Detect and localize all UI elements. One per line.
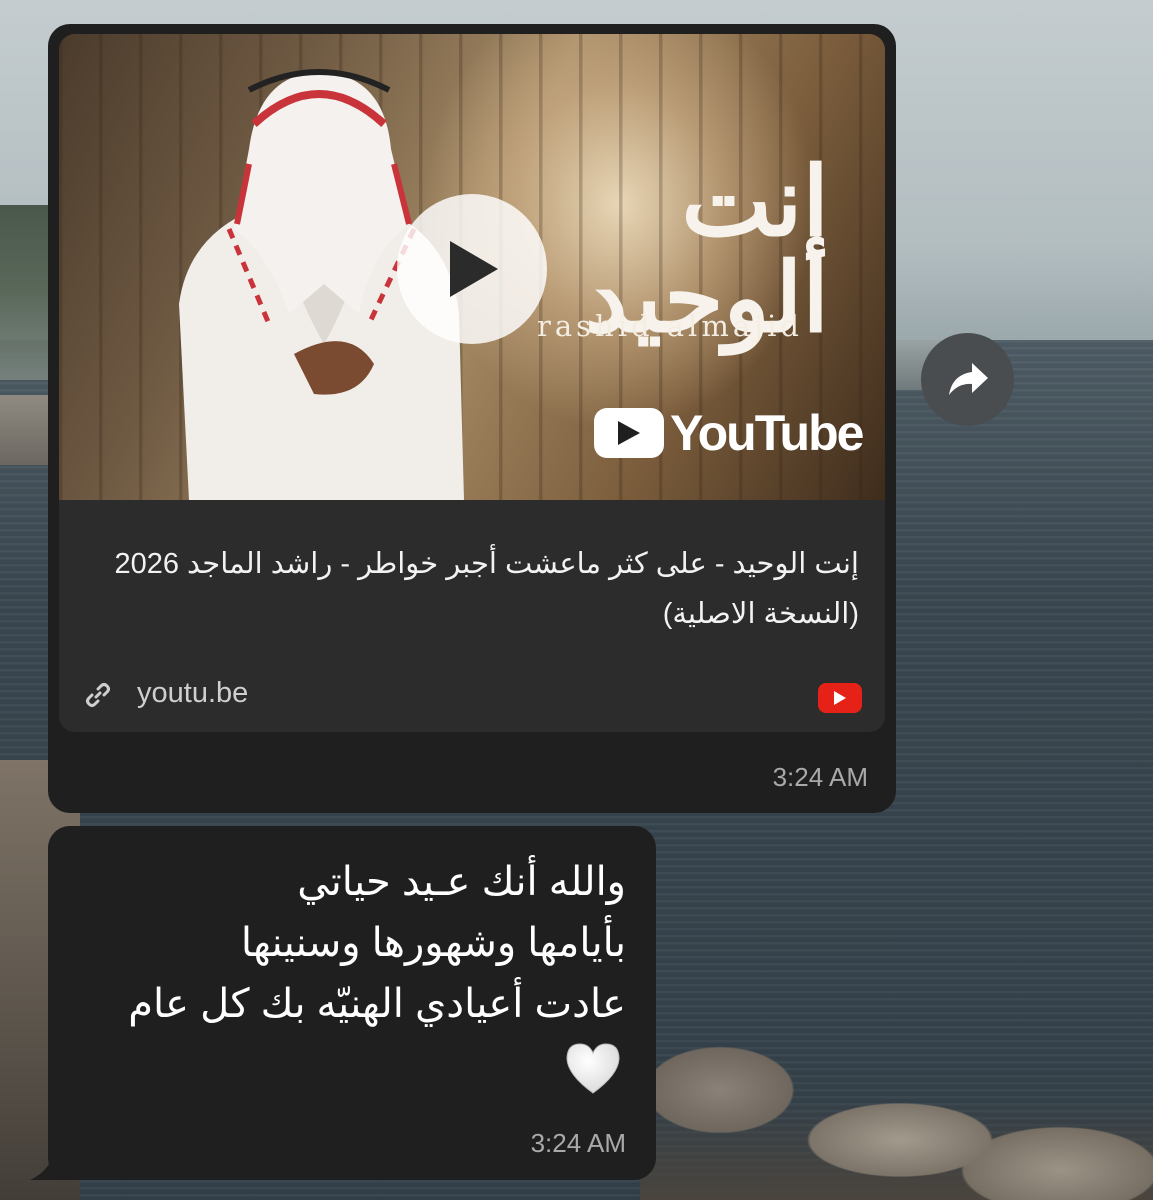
- message-line: عادت أعيادي الهنيّه بك كل عام: [128, 982, 626, 1026]
- message-timestamp: 3:24 AM: [772, 762, 868, 792]
- link-domain-row[interactable]: youtu.be: [59, 669, 885, 719]
- link-message-bubble[interactable]: إنت الوحيد rashid almajid YouTube إنت ال…: [48, 24, 896, 813]
- share-arrow-icon: [948, 362, 988, 395]
- youtube-logo: YouTube: [594, 404, 864, 462]
- video-thumbnail[interactable]: إنت الوحيد rashid almajid YouTube: [59, 34, 885, 500]
- background-jetty: [0, 395, 48, 465]
- play-button[interactable]: [397, 194, 547, 344]
- youtube-wordmark: YouTube: [670, 405, 864, 461]
- youtube-logo-icon: [594, 408, 664, 458]
- heart-icon: [566, 1043, 620, 1094]
- message-line: والله أنك عـيد حياتي: [297, 860, 626, 904]
- artist-name-latin: rashid almajid: [537, 309, 803, 343]
- message-timestamp: 3:24 AM: [530, 1128, 626, 1158]
- youtube-icon: [818, 683, 862, 713]
- share-button[interactable]: [921, 333, 1014, 426]
- text-message-bubble[interactable]: والله أنك عـيد حياتي بأيامها وشهورها وسن…: [48, 826, 656, 1180]
- message-text: والله أنك عـيد حياتي بأيامها وشهورها وسن…: [66, 852, 626, 1035]
- link-preview-card[interactable]: إنت الوحيد rashid almajid YouTube إنت ال…: [59, 34, 885, 732]
- video-title[interactable]: إنت الوحيد - على كثر ماعشت أجبر خواطر - …: [89, 539, 859, 639]
- message-line: بأيامها وشهورها وسنينها: [240, 921, 626, 965]
- background-palms: [0, 205, 48, 380]
- background-rocks: [640, 1030, 1153, 1200]
- link-icon: [86, 683, 110, 707]
- link-domain[interactable]: youtu.be: [137, 677, 248, 710]
- play-icon: [450, 241, 498, 297]
